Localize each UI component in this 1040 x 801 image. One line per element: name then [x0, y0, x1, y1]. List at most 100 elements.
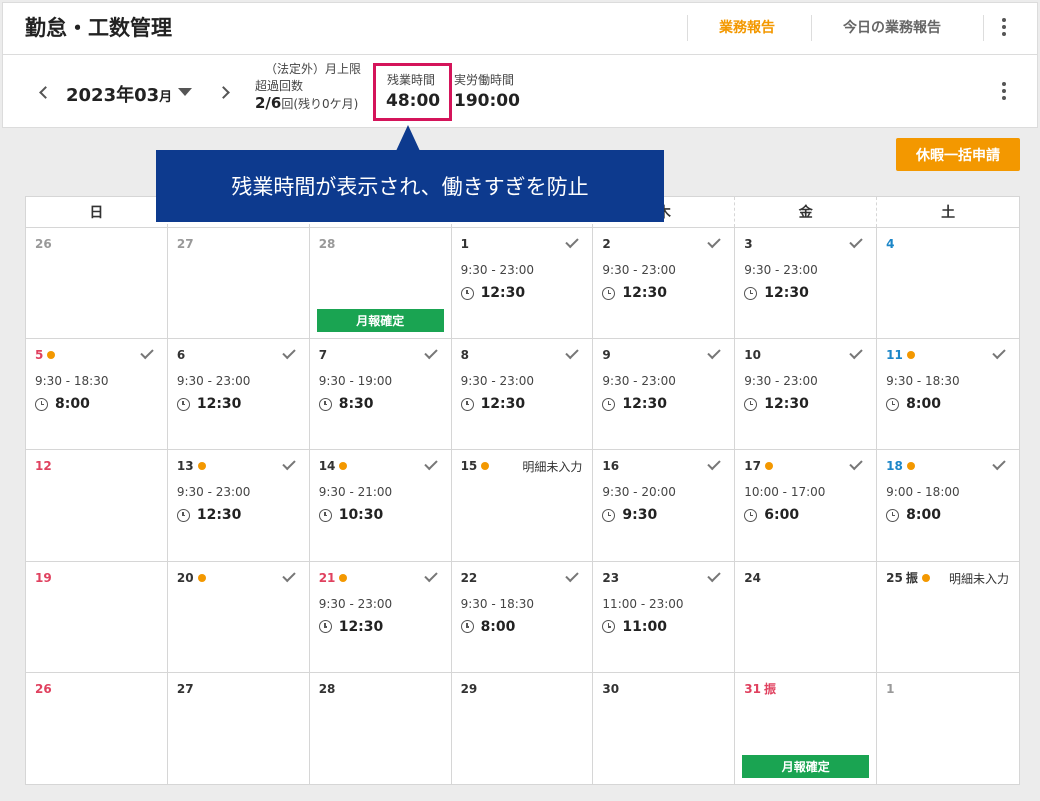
- status-dot-icon: [339, 462, 348, 471]
- day-header: 29: [461, 681, 585, 697]
- calendar-day-cell[interactable]: 19: [26, 561, 168, 673]
- work-time-range: 9:30 - 23:00: [460, 374, 535, 389]
- work-total-row: 8:00: [35, 396, 159, 412]
- work-time-range: 9:30 - 23:00: [318, 596, 393, 611]
- weekday-sun: 日: [26, 197, 168, 227]
- day-number: 13: [176, 459, 194, 474]
- divider: [687, 15, 688, 41]
- calendar-day-cell[interactable]: 15 明細未入力: [451, 450, 594, 562]
- day-number: 28: [318, 681, 336, 696]
- calendar-day-cell[interactable]: 4: [877, 228, 1019, 340]
- work-time-range: 9:30 - 23:00: [176, 485, 251, 500]
- status-dot-icon: [906, 462, 915, 471]
- day-number: 25: [886, 570, 903, 585]
- actual-work-value: 190:00: [454, 91, 520, 111]
- work-total-row: 12:30: [460, 285, 585, 301]
- work-time-range: 9:30 - 18:30: [35, 374, 109, 389]
- calendar-day-cell[interactable]: 3 9:30 - 23:00 12:30: [735, 228, 878, 340]
- monthly-report-confirmed-badge[interactable]: 月報確定: [742, 754, 870, 778]
- calendar-day-cell[interactable]: 27: [167, 228, 310, 340]
- calendar-day-cell[interactable]: 18 9:00 - 18:00 8:00: [877, 450, 1019, 562]
- calendar-day-cell[interactable]: 21 9:30 - 23:00 12:30: [309, 561, 452, 673]
- next-month-icon[interactable]: [216, 81, 233, 103]
- calendar-day-cell[interactable]: 1 9:30 - 23:00 12:30: [451, 228, 594, 340]
- overtime-value: 48:00: [386, 91, 441, 111]
- calendar-day-cell[interactable]: 17 10:00 - 17:00 6:00: [735, 450, 878, 562]
- detail-status-label: 明細未入力: [522, 460, 583, 475]
- calendar-day-cell[interactable]: 7 9:30 - 19:00 8:30: [309, 339, 452, 451]
- calendar-day-cell[interactable]: 11 9:30 - 18:30 8:00: [877, 339, 1019, 451]
- status-dot-icon: [764, 462, 773, 471]
- divider: [811, 15, 812, 41]
- calendar-day-cell[interactable]: 26: [26, 672, 168, 784]
- day-header: 1: [886, 681, 1011, 697]
- day-header: 13: [177, 458, 301, 474]
- work-total-row: 8:00: [460, 618, 585, 635]
- nav-today-report[interactable]: 今日の業務報告: [843, 17, 941, 37]
- work-total-row: 12:30: [744, 396, 868, 412]
- day-number: 21: [318, 570, 336, 585]
- calendar-day-cell[interactable]: 31 振月報確定: [735, 672, 878, 784]
- overtime-label: 残業時間: [387, 73, 436, 87]
- day-header: 26: [35, 681, 159, 697]
- calendar-day-cell[interactable]: 2 9:30 - 23:00 12:30: [593, 228, 736, 340]
- calendar-day-cell[interactable]: 8 9:30 - 23:00 12:30: [451, 339, 594, 451]
- calendar-day-cell[interactable]: 26: [26, 228, 168, 340]
- calendar-day-cell[interactable]: 27: [168, 672, 310, 784]
- day-header: 28: [319, 681, 443, 697]
- prev-month-icon[interactable]: [35, 81, 52, 103]
- calendar-day-cell[interactable]: 13 9:30 - 23:00 12:30: [167, 450, 310, 562]
- month-dropdown-icon[interactable]: [178, 88, 192, 96]
- toolbar-more-icon[interactable]: [994, 79, 1014, 103]
- work-total: 8:00: [480, 618, 516, 635]
- day-number: 3: [744, 237, 753, 251]
- work-total: 8:00: [55, 396, 90, 413]
- day-header: 18: [886, 458, 1011, 474]
- day-number: 19: [35, 570, 52, 585]
- day-header: 30: [602, 681, 726, 697]
- page-title: 勤怠・工数管理: [25, 16, 172, 40]
- calendar-day-cell[interactable]: 22 9:30 - 18:30 8:00: [451, 561, 594, 673]
- calendar-day-cell[interactable]: 9 9:30 - 23:00 12:30: [593, 339, 736, 451]
- calendar-day-cell[interactable]: 5 9:30 - 18:30 8:00: [26, 339, 168, 451]
- work-time-range: 9:30 - 18:30: [460, 596, 535, 611]
- calendar-day-cell[interactable]: 1: [877, 673, 1019, 784]
- work-total: 10:30: [338, 507, 384, 524]
- calendar-day-cell[interactable]: 6 9:30 - 23:00 12:30: [167, 339, 310, 451]
- day-header: 14: [319, 458, 443, 474]
- calendar-day-cell[interactable]: 12: [26, 450, 168, 562]
- clock-icon: [744, 508, 758, 522]
- bulk-leave-request-button[interactable]: 休暇一括申請: [896, 138, 1020, 171]
- calendar-day-cell[interactable]: 30: [593, 672, 736, 784]
- clock-icon: [460, 397, 474, 411]
- work-total-row: 10:30: [318, 507, 443, 524]
- status-dot-icon: [339, 573, 348, 582]
- clock-icon: [602, 397, 616, 411]
- calendar-day-cell[interactable]: 14 9:30 - 21:00 10:30: [309, 450, 452, 562]
- work-time-range: 9:30 - 20:00: [602, 485, 676, 500]
- calendar-day-cell[interactable]: 29: [452, 672, 594, 784]
- calendar-day-cell[interactable]: 20: [167, 561, 310, 673]
- calendar-day-cell[interactable]: 23 11:00 - 23:00 11:00: [593, 561, 736, 673]
- day-number: 14: [318, 459, 336, 474]
- status-dot-icon: [906, 351, 915, 360]
- calendar-day-cell[interactable]: 28 月報確定: [309, 228, 452, 340]
- calendar-day-cell[interactable]: 10 9:30 - 23:00 12:30: [735, 339, 878, 451]
- day-number: 5: [35, 348, 44, 363]
- status-dot-icon: [197, 462, 206, 471]
- day-number: 17: [744, 459, 761, 474]
- work-total-row: 9:30: [602, 507, 726, 523]
- calendar-day-cell[interactable]: 24: [735, 561, 878, 673]
- more-menu-icon[interactable]: [994, 15, 1014, 39]
- work-total-row: 12:30: [602, 285, 726, 301]
- day-number: 6: [176, 348, 186, 363]
- day-number: 1: [460, 237, 469, 251]
- calendar-day-cell[interactable]: 28: [310, 672, 452, 784]
- work-total-row: 12:30: [318, 619, 443, 635]
- calendar-day-cell[interactable]: 16 9:30 - 20:00 9:30: [593, 450, 736, 562]
- monthly-report-confirmed-badge[interactable]: 月報確定: [316, 309, 444, 333]
- nav-business-report[interactable]: 業務報告: [719, 17, 775, 37]
- calendar-day-cell[interactable]: 25 振 明細未入力: [877, 562, 1019, 673]
- clock-icon: [176, 397, 190, 411]
- work-time-range: 9:30 - 23:00: [744, 374, 818, 389]
